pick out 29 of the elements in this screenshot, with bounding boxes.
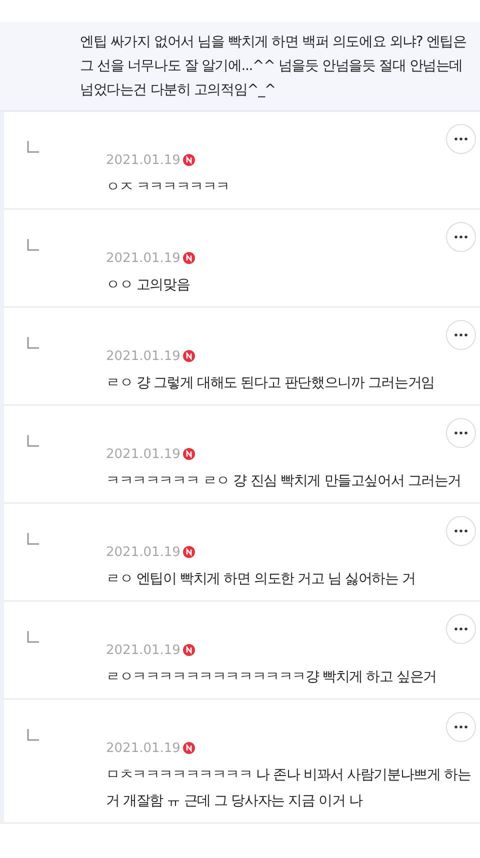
more-button[interactable] [446,418,476,448]
comment-text: ㄹㅇ 엔팁이 빡치게 하면 의도한 거고 님 싫어하는 거 [106,570,416,589]
comment-date: 2021.01.19 [106,348,180,364]
comment-date: 2021.01.19 [106,152,180,168]
comment-text: ㅇㅈ ㅋㅋㅋㅋㅋㅋㅋ [106,178,230,197]
comment-date: 2021.01.19 [106,740,180,756]
more-icon [454,627,468,631]
more-button[interactable] [446,124,476,154]
more-icon [454,333,468,337]
more-icon [454,529,468,533]
more-icon [454,431,468,435]
more-icon [454,137,468,141]
more-button[interactable] [446,614,476,644]
more-button[interactable] [446,222,476,252]
more-button[interactable] [446,320,476,350]
comment-text: ㄹㅇ 걍 그렇게 대해도 된다고 판단했으니까 그러는거임 [106,374,436,393]
comment-date: 2021.01.19 [106,544,180,560]
comment-date: 2021.01.19 [106,446,180,462]
more-button[interactable] [446,712,476,742]
comment-text: ㄹㅇㅋㅋㅋㅋㅋㅋㅋㅋㅋㅋㅋㅋㅋ걍 빡치게 하고 싶은거 [106,668,438,687]
comment-text: ㅁㅊㅋㅋㅋㅋㅋㅋㅋㅋㅋ 나 존나 비꽈서 사람기분나쁘게 하는거 개잘함 ㅠ 근데 그 당사자는 지금 이거 나 [106,766,472,811]
comment-text: 엔팁 싸가지 없어서 님을 빡치게 하면 백퍼 의도에요 외냐? 엔팁은 그 선을 너무나도 잘 알기에...^^ 넘을듯 안넘을듯 절대 안넘는데 넘었다는건 다분히 고의적임^_^ [80,33,468,100]
more-button[interactable] [446,516,476,546]
comment-date: 2021.01.19 [106,642,180,658]
comment-text: ㅇㅇ 고의맞음 [106,276,191,295]
more-icon [454,235,468,239]
comment-date: 2021.01.19 [106,250,180,266]
comment-text: ㅋㅋㅋㅋㅋㅋㅋ ㄹㅇ 걍 진심 빡치게 만들고싶어서 그러는거 [106,472,462,491]
more-icon [454,725,468,729]
